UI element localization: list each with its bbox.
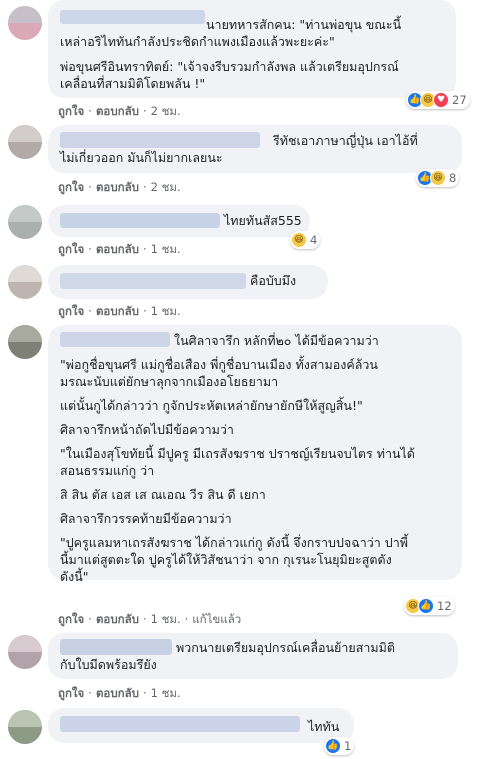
reply-button[interactable]: ตอบกลับ xyxy=(96,104,139,118)
reaction-count: 12 xyxy=(437,599,452,613)
comment-text: ศิลาจารึกหน้าถัดไปมีข้อความว่า xyxy=(60,422,234,437)
comment-paragraph: ศิลาจารึกหน้าถัดไปมีข้อความว่า xyxy=(60,421,450,438)
avatar[interactable] xyxy=(8,205,42,239)
reaction-count: 1 xyxy=(344,739,352,753)
comment-bubble: ไทยทันสัส555 xyxy=(48,205,310,237)
reply-button[interactable]: ตอบกลับ xyxy=(96,686,139,700)
comment-text: กับใบมีดพร้อมรึยัง xyxy=(60,657,157,672)
reply-button[interactable]: ตอบกลับ xyxy=(96,612,139,626)
blurred-author-name xyxy=(60,10,205,24)
timestamp[interactable]: 1 ชม. xyxy=(151,686,181,700)
comment-actions: ถูกใจ · ตอบกลับ · 1 ชม. · แก้ไขแล้ว xyxy=(58,612,242,626)
avatar[interactable] xyxy=(8,125,42,159)
love-icon: ♥ xyxy=(433,92,449,108)
reaction-summary[interactable]: 😆 👍 12 xyxy=(404,597,455,615)
comment-text: สอนธรรมแก่กู ว่า xyxy=(60,463,155,478)
comment-text: แต่นั้นกูได้กล่าวว่า กูจักประหัตเหล่ายัก… xyxy=(60,398,363,413)
reaction-count: 4 xyxy=(310,233,318,247)
comment-paragraph: สิ สิน ตัส เอส เส ณเอณ วีร สิน ดี เยกา xyxy=(60,486,450,503)
comment-actions: ถูกใจ · ตอบกลับ · 1 ชม. xyxy=(58,686,181,700)
timestamp[interactable]: 1 ชม. xyxy=(151,242,181,256)
timestamp[interactable]: 1 ชม. xyxy=(151,304,181,318)
comment-text: "ในเมืองสุโขทัยนี้ มีปูครู มีเถรสังฆราช … xyxy=(60,446,415,461)
comment-paragraph: "ในเมืองสุโขทัยนี้ มีปูครู มีเถรสังฆราช … xyxy=(60,445,450,479)
reply-button[interactable]: ตอบกลับ xyxy=(96,304,139,318)
comment-bubble: ไททัน xyxy=(48,708,354,743)
comment-paragraph: เหล่าอริไททันกำลังประชิดกำแพงเมืองแล้วพะ… xyxy=(60,33,444,50)
reply-button[interactable]: ตอบกลับ xyxy=(96,242,139,256)
avatar[interactable] xyxy=(8,325,42,359)
comment-paragraph: "พ่อกูชื่อขุนศรี แม่กูชื่อเสือง พี่กูชื่… xyxy=(60,356,450,390)
like-button[interactable]: ถูกใจ xyxy=(58,180,84,194)
comment-text: ดังนี้" xyxy=(60,569,89,584)
like-button[interactable]: ถูกใจ xyxy=(58,242,84,256)
avatar[interactable] xyxy=(8,710,42,744)
reaction-summary[interactable]: 👍 😆 8 xyxy=(416,169,460,187)
blurred-author-name xyxy=(60,332,170,347)
comment-bubble: พวกนายเตรียมอุปกรณ์เคลื่อนย้ายสามมิติ กั… xyxy=(48,633,458,679)
like-icon: 👍 xyxy=(325,738,341,754)
like-button[interactable]: ถูกใจ xyxy=(58,104,84,118)
timestamp[interactable]: 2 ชม. xyxy=(151,180,181,194)
comment-text: เคลื่อนที่สามมิติโดยพลัน !" xyxy=(60,76,206,91)
comment-bubble: นายทหารสักคน: "ท่านพ่อขุน ขณะนี้ เหล่าอร… xyxy=(48,0,456,98)
comment-bubble: รีทัชเอาภาษาญี่ปุ่น เอาไอ้ที่ ไม่เกี่ยวอ… xyxy=(48,125,462,173)
comment-text: นายทหารสักคน: "ท่านพ่อขุน ขณะนี้ xyxy=(206,17,402,32)
reaction-summary[interactable]: 👍 😆 ♥ 27 xyxy=(406,91,470,109)
comment-text: "พ่อกูชื่อขุนศรี แม่กูชื่อเสือง พี่กูชื่… xyxy=(60,357,378,372)
avatar[interactable] xyxy=(8,6,42,40)
comment-text: พ่อขุนศรีอินทราทิตย์: "เจ้าจงรีบรวมกำลัง… xyxy=(60,59,399,74)
comment-bubble: คือบับมึง xyxy=(48,265,328,299)
blurred-author-name xyxy=(60,639,172,655)
timestamp[interactable]: 2 ชม. xyxy=(151,104,181,118)
comment-text: มรณะนับแต่ยักษาลุกจากเมืองอโยธยามา xyxy=(60,374,279,389)
comment-paragraph: ศิลาจารึกวรรคท้ายมีข้อความว่า xyxy=(60,510,450,527)
comment-text: ศิลาจารึกวรรคท้ายมีข้อความว่า xyxy=(60,511,232,526)
blurred-author-name xyxy=(60,273,246,289)
comment-actions: ถูกใจ · ตอบกลับ · 1 ชม. xyxy=(58,242,181,256)
blurred-author-name xyxy=(60,213,220,228)
like-button[interactable]: ถูกใจ xyxy=(58,304,84,318)
comment-paragraph: พ่อขุนศรีอินทราทิตย์: "เจ้าจงรีบรวมกำลัง… xyxy=(60,58,444,92)
comment-text: ในศิลาจารึก หลักที่๒๐ ได้มีข้อความว่า xyxy=(174,333,379,348)
like-button[interactable]: ถูกใจ xyxy=(58,686,84,700)
reply-button[interactable]: ตอบกลับ xyxy=(96,180,139,194)
comment-actions: ถูกใจ · ตอบกลับ · 2 ชม. xyxy=(58,104,181,118)
reaction-count: 27 xyxy=(452,93,467,107)
comment-paragraph: แต่นั้นกูได้กล่าวว่า กูจักประหัตเหล่ายัก… xyxy=(60,397,450,414)
timestamp[interactable]: 1 ชม. xyxy=(151,612,181,626)
avatar[interactable] xyxy=(8,635,42,669)
like-button[interactable]: ถูกใจ xyxy=(58,612,84,626)
comment-actions: ถูกใจ · ตอบกลับ · 1 ชม. xyxy=(58,304,181,318)
reaction-count: 8 xyxy=(449,171,457,185)
haha-icon: 😆 xyxy=(430,170,446,186)
like-icon: 👍 xyxy=(418,598,434,614)
avatar[interactable] xyxy=(8,265,42,299)
blurred-author-name xyxy=(60,132,260,148)
comment-text: ไม่เกี่ยวออก มันก็ไม่ยากเลยนะ xyxy=(60,150,223,165)
comment-text: "ปูครูแลมหาเถรสังฆราช ได้กล่าวแก่กู ดังน… xyxy=(60,535,408,550)
comment-actions: ถูกใจ · ตอบกลับ · 2 ชม. xyxy=(58,180,181,194)
comment-text: นี้มาแต่สูตตะใด ปูครูได้ให้วิสัชนาว่า จา… xyxy=(60,552,392,567)
reaction-summary[interactable]: 😆 4 xyxy=(290,231,321,249)
comment-bubble: ในศิลาจารึก หลักที่๒๐ ได้มีข้อความว่า "พ… xyxy=(48,325,462,584)
comment-text: สิ สิน ตัส เอส เส ณเอณ วีร สิน ดี เยกา xyxy=(60,487,266,502)
blurred-author-name xyxy=(60,716,300,732)
comment-paragraph: "ปูครูแลมหาเถรสังฆราช ได้กล่าวแก่กู ดังน… xyxy=(60,534,450,585)
haha-icon: 😆 xyxy=(291,232,307,248)
edited-label[interactable]: แก้ไขแล้ว xyxy=(192,612,241,626)
comment-text: เหล่าอริไททันกำลังประชิดกำแพงเมืองแล้วพะ… xyxy=(60,34,335,49)
reaction-summary[interactable]: 👍 1 xyxy=(324,737,355,755)
